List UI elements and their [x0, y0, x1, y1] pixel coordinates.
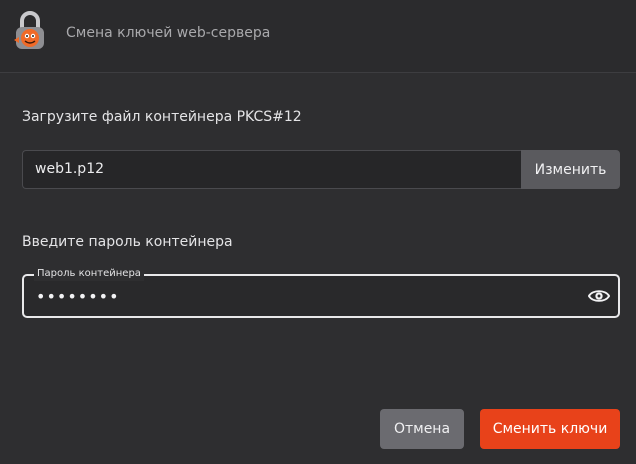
file-picker: web1.p12 Изменить	[22, 150, 620, 189]
password-input[interactable]	[36, 286, 576, 306]
change-file-button[interactable]: Изменить	[521, 150, 620, 189]
dialog-title: Смена ключей web-сервера	[66, 25, 271, 41]
dialog-header: Смена ключей web-сервера	[0, 0, 636, 73]
password-field-container: Пароль контейнера	[22, 267, 620, 318]
change-keys-dialog: Смена ключей web-сервера Загрузите файл …	[0, 0, 636, 464]
padlock-logo-icon	[14, 11, 44, 49]
eye-icon[interactable]	[588, 286, 610, 306]
file-section-label: Загрузите файл контейнера PKCS#12	[22, 109, 302, 125]
password-section-label: Введите пароль контейнера	[22, 234, 233, 250]
password-field-legend: Пароль контейнера	[34, 267, 144, 281]
cancel-button[interactable]: Отмена	[380, 409, 464, 449]
file-name-field[interactable]: web1.p12	[22, 150, 521, 189]
change-keys-button[interactable]: Сменить ключи	[480, 409, 620, 449]
